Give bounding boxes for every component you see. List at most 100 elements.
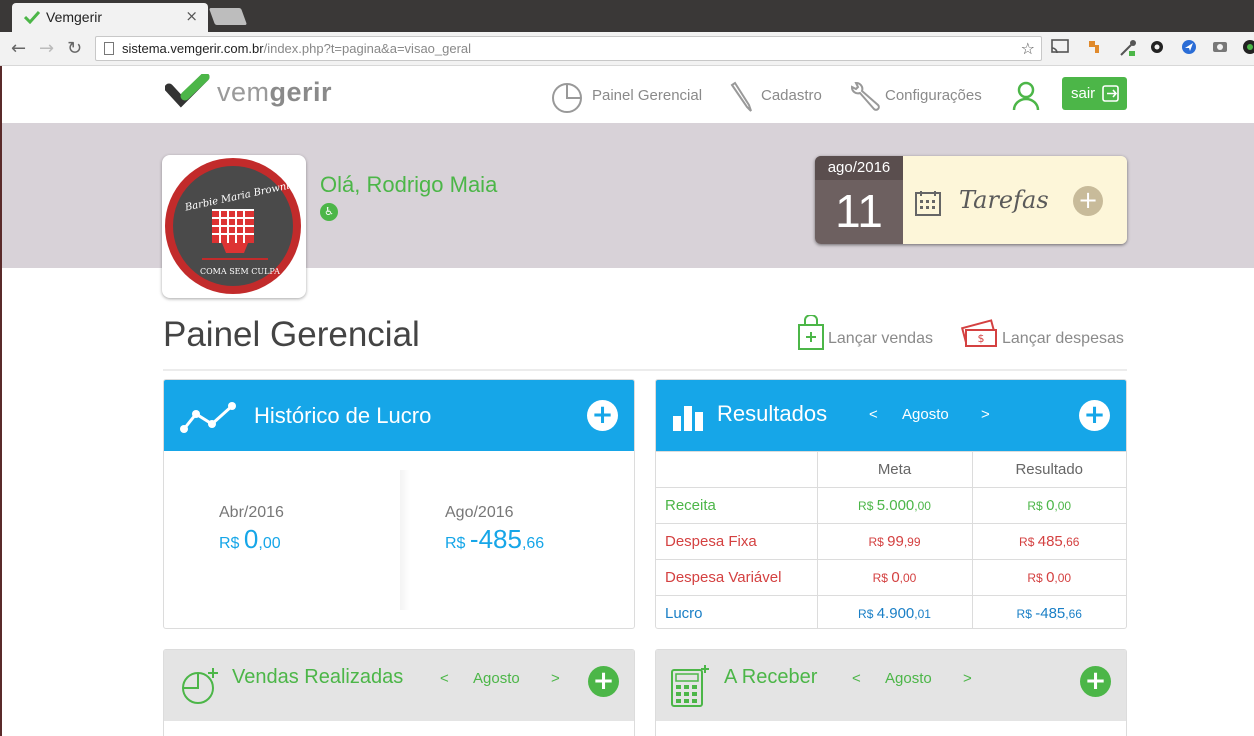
results-title: Resultados [717,401,828,426]
pie-chart-add-icon [180,666,220,710]
profit-history-add-button[interactable]: + [587,400,618,431]
user-profile-icon[interactable] [1011,80,1041,116]
receivables-next-month[interactable]: > [963,670,972,687]
extension-dropper-icon[interactable] [1119,39,1137,57]
close-tab-icon[interactable]: × [185,7,198,25]
task-body: Tarefas + [903,156,1127,244]
camera-icon[interactable] [1211,39,1229,57]
history-period: Abr/2016 [219,504,284,521]
wrench-icon[interactable] [848,81,882,117]
profit-history-panel: Histórico de Lucro + Abr/2016 R$ 0,00 Ag… [163,379,635,629]
receivables-prev-month[interactable]: < [852,670,861,687]
task-day: 11 [835,185,883,237]
table-row: Despesa Fixa R$ 99,99 R$ 485,66 [656,523,1126,560]
profit-history-divider [400,470,410,610]
tasks-card[interactable]: ago/2016 11 Tarefas + [815,156,1127,244]
menu-painel-gerencial[interactable]: Painel Gerencial [592,87,702,104]
logo-wordmark[interactable]: vemgerir [217,77,332,108]
launch-expenses-link[interactable]: Lançar despesas [1002,330,1124,348]
trend-line-icon [180,400,238,438]
bar-chart-icon [672,400,704,436]
row-label: Receita [656,487,818,524]
results-col-meta: Meta [816,451,973,488]
page-title: Painel Gerencial [163,315,420,354]
add-task-button[interactable]: + [1073,186,1103,216]
new-tab-button[interactable] [208,8,248,25]
results-prev-month[interactable]: < [869,406,878,423]
browser-tab[interactable]: Vemgerir × [12,3,208,32]
task-month: ago/2016 [815,156,903,180]
results-header-row: Meta Resultado [656,451,1126,488]
accessibility-icon[interactable]: ♿ [320,203,338,221]
sales-panel: Vendas Realizadas < Agosto > + [163,649,635,736]
extension-send-icon[interactable] [1180,39,1198,57]
profit-history-header: Histórico de Lucro + [164,380,634,451]
receivables-header: A Receber < Agosto > + [656,650,1126,721]
back-button[interactable]: ← [11,38,26,59]
tasks-label: Tarefas [959,186,1049,214]
result-value: R$ -485,66 [971,595,1126,628]
table-row: Despesa Variável R$ 0,00 R$ 0,00 [656,559,1126,596]
profit-history-august: Ago/2016 R$ -485,66 [445,504,544,555]
extension-tool-icon[interactable] [1085,39,1103,57]
results-col-result: Resultado [971,451,1126,488]
greeting-text: Olá, Rodrigo Maia [320,172,498,197]
results-add-button[interactable]: + [1079,400,1110,431]
pencil-icon[interactable] [727,81,755,117]
results-panel: Resultados < Agosto > + Meta Resultado R… [655,379,1127,629]
sales-add-button[interactable]: + [588,666,619,697]
receivables-panel: A Receber < Agosto > + [655,649,1127,736]
avatar-logo-image [165,158,301,294]
results-header: Resultados < Agosto > + [656,380,1126,451]
results-next-month[interactable]: > [981,406,990,423]
tab-title: Vemgerir [46,9,103,25]
extension-chrome-icon[interactable] [1240,39,1254,57]
reload-button[interactable]: ↻ [67,38,82,59]
results-table: Meta Resultado Receita R$ 5.000,00 R$ 0,… [656,451,1126,628]
launch-sales-link[interactable]: Lançar vendas [828,330,933,348]
row-label: Despesa Variável [656,559,818,596]
receivables-add-button[interactable]: + [1080,666,1111,697]
sales-prev-month[interactable]: < [440,670,449,687]
result-value: R$ 485,66 [971,523,1126,560]
menu-cadastro[interactable]: Cadastro [761,87,822,104]
sales-header: Vendas Realizadas < Agosto > + [164,650,634,721]
result-value: R$ 0,00 [971,487,1126,524]
logout-icon [1102,85,1120,106]
table-row: Lucro R$ 4.900,01 R$ -485,66 [656,595,1126,628]
address-bar[interactable]: sistema.vemgerir.com.br/index.php?t=pagi… [95,36,1042,61]
logout-label: sair [1071,85,1096,102]
app-header: vemgerir Painel Gerencial Cadastro Confi… [2,66,1254,123]
logout-button[interactable]: sair [1062,77,1127,110]
avatar[interactable]: Barbie Maria Brownie COMA SEM CULPA [162,155,306,298]
shopping-bag-icon[interactable] [797,314,825,355]
browser-toolbar: ← → ↻ sistema.vemgerir.com.br/index.php?… [0,32,1254,66]
menu-configuracoes[interactable]: Configurações [885,87,982,104]
receivables-title: A Receber [724,666,818,688]
bookmark-star-icon[interactable]: ☆ [1021,39,1035,58]
results-month: Agosto [902,406,949,423]
meta-value: R$ 4.900,01 [816,595,973,628]
page-icon [104,42,114,55]
svg-text:$: $ [978,332,985,345]
cast-icon[interactable] [1051,39,1069,57]
profit-history-title: Histórico de Lucro [254,403,432,428]
profit-history-april: Abr/2016 R$ 0,00 [219,504,284,555]
money-icon[interactable]: $ [960,318,1000,354]
checkmark-favicon-icon [23,9,41,28]
receivables-month: Agosto [885,670,932,687]
logo-icon[interactable] [164,72,211,112]
history-value: R$ 0,00 [219,524,281,554]
calculator-icon [670,664,710,712]
pie-chart-icon[interactable] [550,81,584,119]
sales-month: Agosto [473,670,520,687]
calendar-icon [915,190,941,220]
history-value: R$ -485,66 [445,524,545,554]
table-row: Receita R$ 5.000,00 R$ 0,00 [656,487,1126,524]
row-label: Despesa Fixa [656,523,818,560]
url-text: sistema.vemgerir.com.br/index.php?t=pagi… [122,41,472,56]
result-value: R$ 0,00 [971,559,1126,596]
extension-gear-icon[interactable] [1148,39,1166,57]
forward-button[interactable]: → [39,38,54,59]
sales-next-month[interactable]: > [551,670,560,687]
